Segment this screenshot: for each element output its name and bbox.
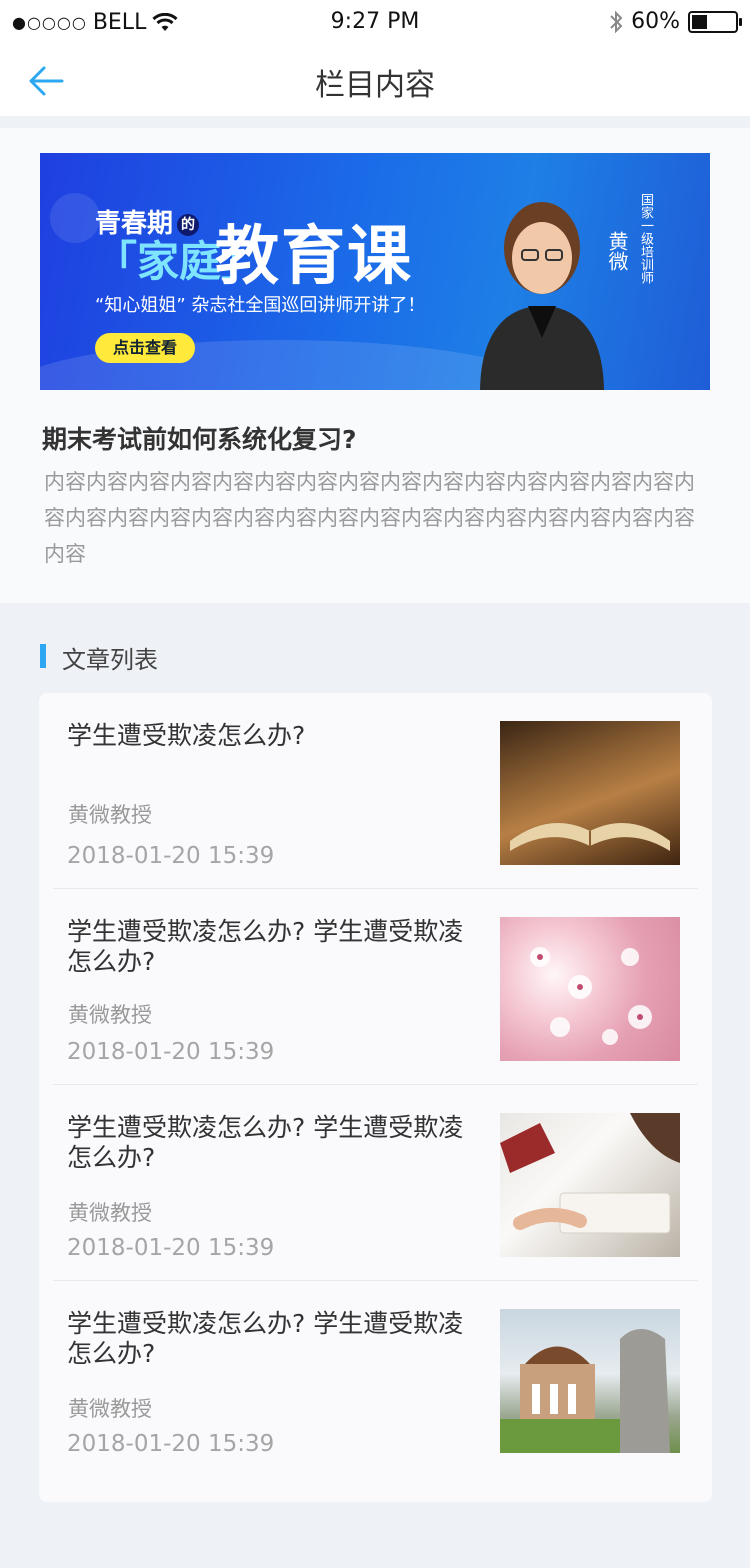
list-item[interactable]: 学生遭受欺凌怎么办? 黄微教授 2018-01-20 15:39	[53, 693, 698, 889]
article-thumbnail	[500, 721, 680, 865]
article-title: 学生遭受欺凌怎么办? 学生遭受欺凌怎么办?	[67, 917, 464, 976]
featured-headline[interactable]: 期末考试前如何系统化复习?	[42, 420, 357, 456]
status-bar: ●○○○○ BELL 9:27 PM 60%	[0, 0, 750, 46]
promo-banner[interactable]: 青春期的 「家庭」 教育课 “知心姐姐” 杂志社全国巡回讲师开讲了！ 点击查看 …	[40, 153, 710, 390]
battery-fill	[692, 14, 707, 29]
article-thumbnail	[500, 1309, 680, 1453]
list-item[interactable]: 学生遭受欺凌怎么办? 学生遭受欺凌怎么办? 黄微教授 2018-01-20 15…	[53, 889, 698, 1085]
cherry-blossom-icon	[530, 947, 652, 1045]
banner-circle-decoration	[50, 193, 100, 243]
status-right: 60%	[609, 9, 742, 34]
article-author: 黄微教授	[68, 1201, 152, 1225]
section-accent-bar	[40, 644, 46, 668]
article-date: 2018-01-20 15:39	[67, 1235, 275, 1261]
list-item[interactable]: 学生遭受欺凌怎么办? 学生遭受欺凌怎么办? 黄微教授 2018-01-20 15…	[53, 1085, 698, 1281]
article-author: 黄微教授	[68, 1397, 152, 1421]
section-title: 文章列表	[62, 646, 158, 674]
article-author: 黄微教授	[68, 803, 152, 827]
featured-section: 青春期的 「家庭」 教育课 “知心姐姐” 杂志社全国巡回讲师开讲了！ 点击查看 …	[0, 128, 750, 603]
article-thumbnail	[500, 1113, 680, 1257]
article-date: 2018-01-20 15:39	[67, 843, 275, 869]
speaker-name: 黄微	[605, 231, 629, 271]
banner-view-button[interactable]: 点击查看	[95, 333, 195, 363]
speaker-title: 国家一级培训师	[638, 193, 653, 284]
battery-percent: 60%	[631, 9, 680, 34]
banner-line3: 教育课	[215, 220, 413, 294]
banner-subtitle: “知心姐姐” 杂志社全国巡回讲师开讲了！	[95, 295, 426, 316]
nav-bar: 栏目内容	[0, 46, 750, 116]
student-writing-icon	[500, 1113, 680, 1234]
battery-icon	[688, 10, 742, 33]
list-item[interactable]: 学生遭受欺凌怎么办? 学生遭受欺凌怎么办? 黄微教授 2018-01-20 15…	[53, 1281, 698, 1477]
article-date: 2018-01-20 15:39	[67, 1039, 275, 1065]
article-list: 学生遭受欺凌怎么办? 黄微教授 2018-01-20 15:39 学生遭受欺凌怎…	[39, 693, 712, 1502]
bluetooth-icon	[610, 10, 623, 33]
article-thumbnail	[500, 917, 680, 1061]
open-book-icon	[510, 823, 670, 851]
article-title: 学生遭受欺凌怎么办? 学生遭受欺凌怎么办?	[67, 1309, 464, 1368]
article-author: 黄微教授	[68, 1003, 152, 1027]
page-title: 栏目内容	[315, 68, 435, 103]
campus-building-icon	[500, 1329, 670, 1453]
article-date: 2018-01-20 15:39	[67, 1431, 275, 1457]
article-title: 学生遭受欺凌怎么办?	[67, 721, 306, 750]
featured-body: 内容内容内容内容内容内容内容内容内容内容内容内容内容内容内容内容内容内容内容内容…	[44, 470, 695, 566]
speaker-portrait-icon	[480, 202, 604, 390]
article-title: 学生遭受欺凌怎么办? 学生遭受欺凌怎么办?	[67, 1113, 464, 1172]
